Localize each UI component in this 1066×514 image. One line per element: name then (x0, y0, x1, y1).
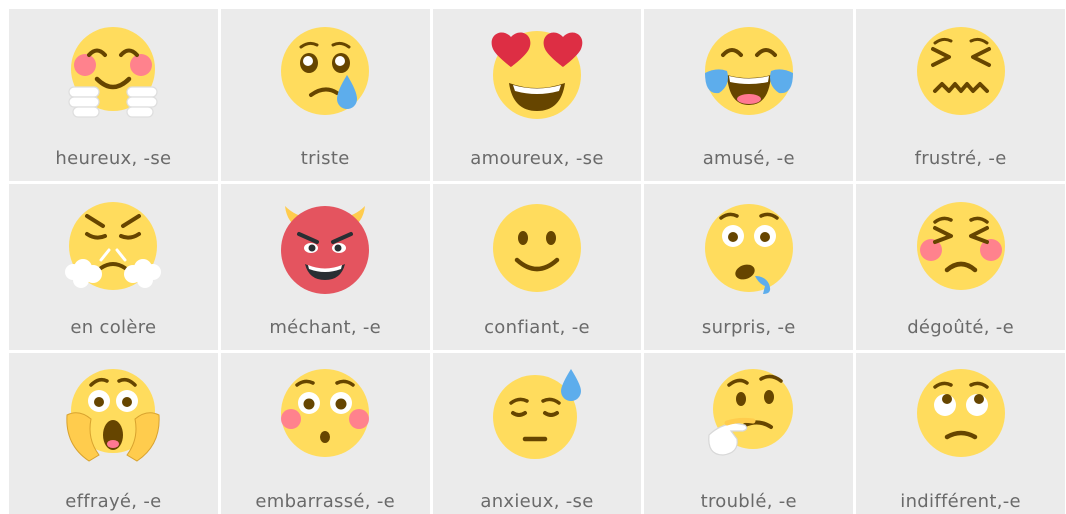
emotion-label: amoureux, -se (470, 148, 604, 169)
emotion-label: confiant, -e (484, 317, 590, 338)
confounded-face-icon (916, 27, 1005, 115)
emotion-label: dégoûté, -e (907, 317, 1014, 338)
emotion-label: effrayé, -e (65, 491, 162, 512)
heart-eyes-face-icon (491, 31, 583, 119)
emotion-label: surpris, -e (701, 317, 796, 338)
emotion-card-embarrasse: embarrassé, -e (220, 353, 430, 514)
emotion-card-amoureux: amoureux, -se (432, 9, 642, 181)
emotion-label: amusé, -e (702, 148, 795, 169)
emotion-card-mechant: méchant, -e (220, 184, 430, 350)
crying-face-icon (281, 27, 370, 115)
emotion-grid: heureux, -se triste amoureux, -se amusé,… (9, 9, 1065, 514)
drooling-face-icon (704, 204, 793, 294)
emotion-card-frustre: frustré, -e (856, 9, 1065, 181)
emotion-label: heureux, -se (55, 148, 172, 169)
emotion-label: triste (300, 148, 350, 169)
emotion-label: troublé, -e (700, 491, 797, 512)
emotion-label: indifférent,-e (900, 491, 1021, 512)
emotion-card-effraye: effrayé, -e (9, 353, 218, 514)
emotion-label: embarrassé, -e (255, 491, 395, 512)
persevering-face-icon (916, 202, 1005, 290)
emotion-label: en colère (70, 317, 157, 338)
steam-from-nose-face-icon (65, 202, 162, 290)
emotion-label: méchant, -e (269, 317, 382, 338)
flushed-face-icon (281, 369, 370, 457)
screaming-in-fear-face-icon (66, 369, 160, 462)
eye-roll-face-icon (916, 369, 1005, 457)
downcast-sweat-face-icon (492, 369, 581, 459)
emotion-card-trouble: troublé, -e (644, 353, 854, 514)
emotion-card-heureux: heureux, -se (9, 9, 218, 181)
thinking-face-icon (707, 369, 793, 456)
emotion-card-confiant: confiant, -e (432, 184, 642, 350)
emotion-card-indifferent: indifférent,-e (856, 353, 1065, 514)
emotion-card-degoute: dégoûté, -e (856, 184, 1065, 350)
emotion-card-triste: triste (220, 9, 430, 181)
emotion-card-anxieux: anxieux, -se (432, 353, 642, 514)
tears-of-joy-face-icon (704, 27, 793, 115)
smiling-devil-face-icon (281, 206, 370, 294)
emotion-label: frustré, -e (914, 148, 1007, 169)
slightly-smiling-face-icon (492, 204, 581, 292)
hugging-face-icon (68, 27, 158, 118)
emotion-card-surpris: surpris, -e (644, 184, 854, 350)
emotion-card-amuse: amusé, -e (644, 9, 854, 181)
emotion-card-en-colere: en colère (9, 184, 218, 350)
emotion-label: anxieux, -se (480, 491, 594, 512)
